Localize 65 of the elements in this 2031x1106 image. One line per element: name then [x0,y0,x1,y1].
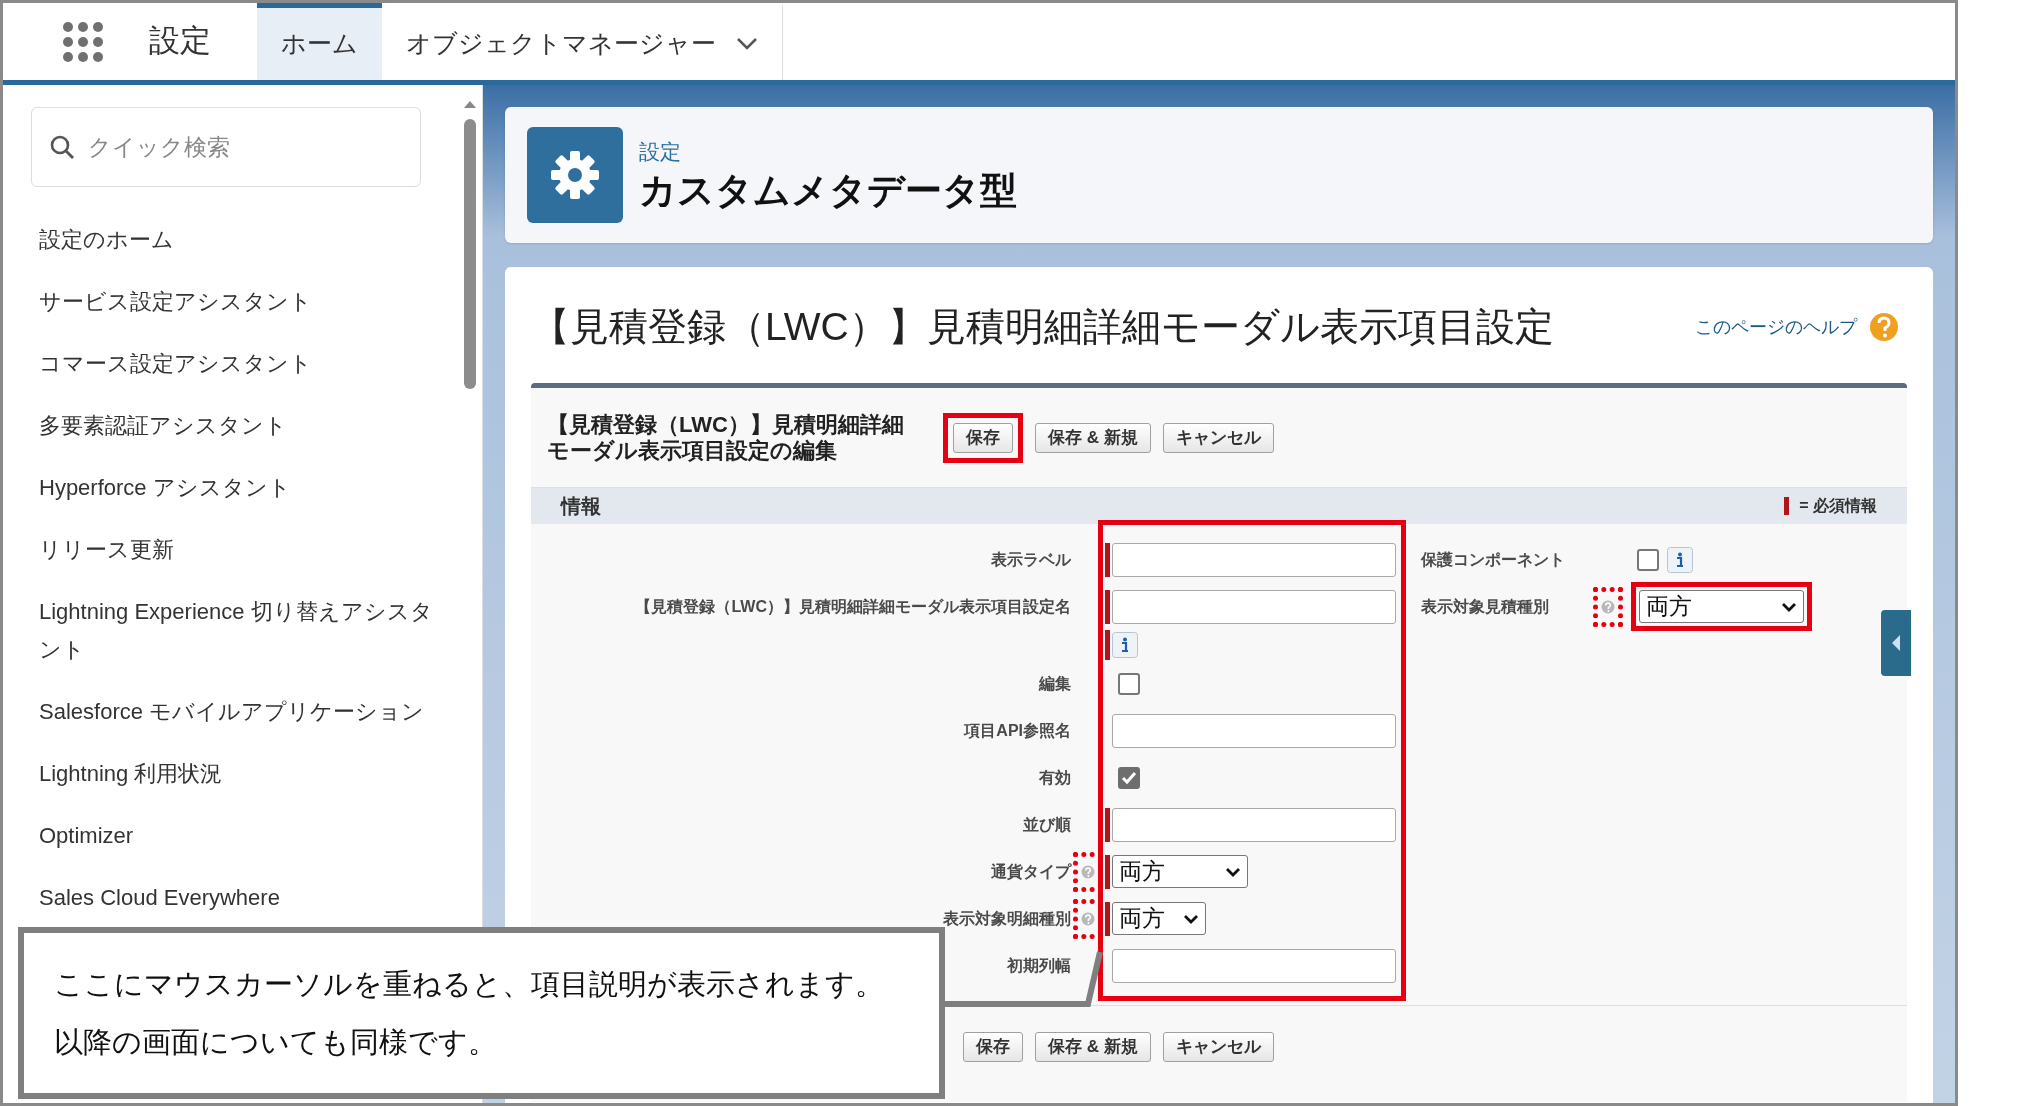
field-label: 並び順 [1022,814,1071,835]
save-new-button[interactable]: 保存 & 新規 [1035,422,1151,453]
required-marker [1784,497,1790,515]
chevron-down-icon[interactable] [736,37,758,51]
save-button[interactable]: 保存 [953,422,1013,453]
field-label: 編集 [1037,673,1071,694]
nav-tab[interactable]: オブジェクトマネージャー [382,3,783,80]
field-label: 表示対象明細種別 [942,908,1071,929]
field-label: 有効 [1038,767,1071,788]
field-label: 保護コンポーネント [1421,549,1566,570]
breadcrumb[interactable]: 設定 [639,136,1017,168]
sidebar-item[interactable]: 設定のホーム [39,209,439,271]
text-field[interactable] [1112,713,1396,748]
dropdown[interactable]: 両方 [1112,902,1206,935]
panel-toggle[interactable] [1881,610,1911,676]
field-label: 項目API参照名 [963,720,1071,741]
sidebar-item[interactable]: Hyperforce アシスタント [39,457,439,519]
app-launcher-icon[interactable] [62,20,104,63]
edit-title: 【見積登録（LWC）】見積明細詳細モーダル表示項目設定の編集 [547,411,905,464]
nav-tab[interactable]: ホーム [257,3,382,80]
callout-text: ここにマウスカーソルを重ねると、項目説明が表示されます。 [54,967,885,1002]
sidebar-item[interactable]: リリース更新 [39,519,439,581]
required-legend: = 必須情報 [1799,494,1877,518]
page-title: カスタムメタデータ型 [639,168,1017,213]
checkbox[interactable] [1118,672,1140,695]
dropdown[interactable]: 両方 [1639,590,1804,623]
field-label: 【見積登録（LWC）】見積明細詳細モーダル表示項目設定名 [634,596,1071,617]
save-new-button[interactable]: 保存 & 新規 [1035,1032,1151,1062]
sidebar-item[interactable]: Salesforce モバイルアプリケーション [39,681,439,743]
sidebar-item[interactable]: コマース設定アシスタント [39,333,439,395]
sidebar-item[interactable]: 多要素認証アシスタント [39,395,439,457]
help-link[interactable]: このページのヘルプ [1695,313,1857,341]
scroll-up-icon[interactable] [463,99,477,109]
record-title: 【見積登録（LWC）】見積明細詳細モーダル表示項目設定 [531,303,1554,350]
sidebar-item[interactable]: Sales Cloud Everywhere [39,867,439,929]
text-field[interactable] [1112,542,1396,577]
checkbox[interactable] [1118,766,1140,789]
text-field[interactable] [1112,807,1396,842]
gear-icon [527,127,623,223]
app-title: 設定 [148,22,212,61]
field-label: 表示対象見積種別 [1421,596,1550,617]
search-field[interactable]: クイック検索 [31,107,421,187]
text-field[interactable] [1112,948,1396,983]
chevron-down-icon [1225,866,1241,877]
field-label: 初期列幅 [1006,955,1071,976]
checkbox[interactable] [1637,548,1659,571]
search-icon [49,134,75,160]
cancel-button[interactable]: キャンセル [1162,1032,1274,1062]
sidebar-item[interactable]: Lightning 利用状況 [39,743,439,805]
sidebar-item[interactable]: Optimizer [39,805,439,867]
text-field[interactable] [1112,589,1396,624]
required-marker [1105,630,1110,660]
caret-left-icon[interactable] [1891,634,1901,652]
chevron-down-icon [1183,913,1199,924]
callout-text: 以降の画面についても同様です。 [54,1025,498,1060]
cancel-button[interactable]: キャンセル [1162,422,1274,453]
section-title: 情報 [561,494,601,519]
chevron-down-icon [1781,601,1797,612]
help-icon [1869,312,1899,342]
dropdown[interactable]: 両方 [1112,855,1248,888]
sidebar-item[interactable]: サービス設定アシスタント [39,271,439,333]
sidebar-item[interactable]: Lightning Experience 切り替えアシスタント [39,581,439,681]
save-button[interactable]: 保存 [963,1032,1023,1062]
field-label: 通貨タイプ [990,861,1071,882]
field-label: 表示ラベル [990,549,1071,570]
